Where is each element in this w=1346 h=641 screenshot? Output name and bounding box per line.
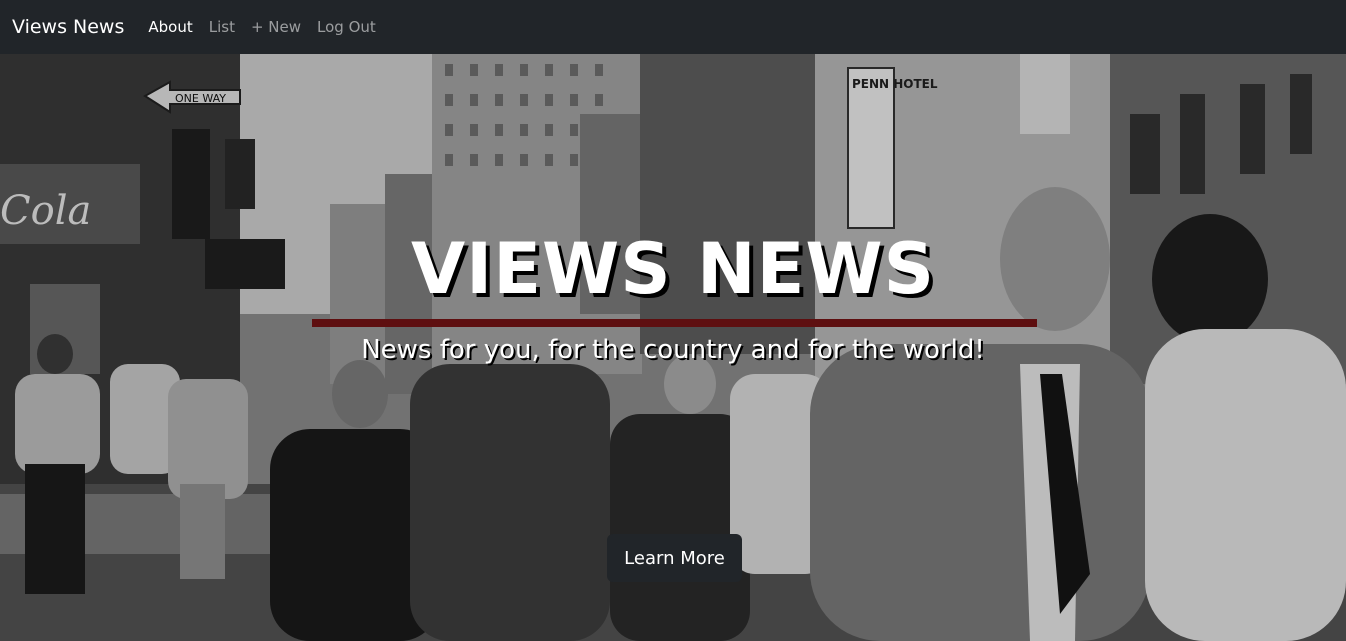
navbar: Views News About List + New Log Out [0, 0, 1346, 54]
nav-new-link[interactable]: + New [251, 18, 301, 36]
learn-more-button[interactable]: Learn More [607, 534, 742, 582]
brand-link[interactable]: Views News [12, 16, 124, 38]
hero-section: Cola ONE WAY PENN HOTEL VIEWS NEWS News … [0, 54, 1346, 641]
nav-list-link[interactable]: List [209, 18, 235, 36]
hero-divider [312, 319, 1037, 327]
nav-about-link[interactable]: About [148, 18, 192, 36]
hero-subtitle: News for you, for the country and for th… [361, 335, 985, 365]
nav-logout-link[interactable]: Log Out [317, 18, 376, 36]
hero-title: VIEWS NEWS [410, 228, 936, 310]
